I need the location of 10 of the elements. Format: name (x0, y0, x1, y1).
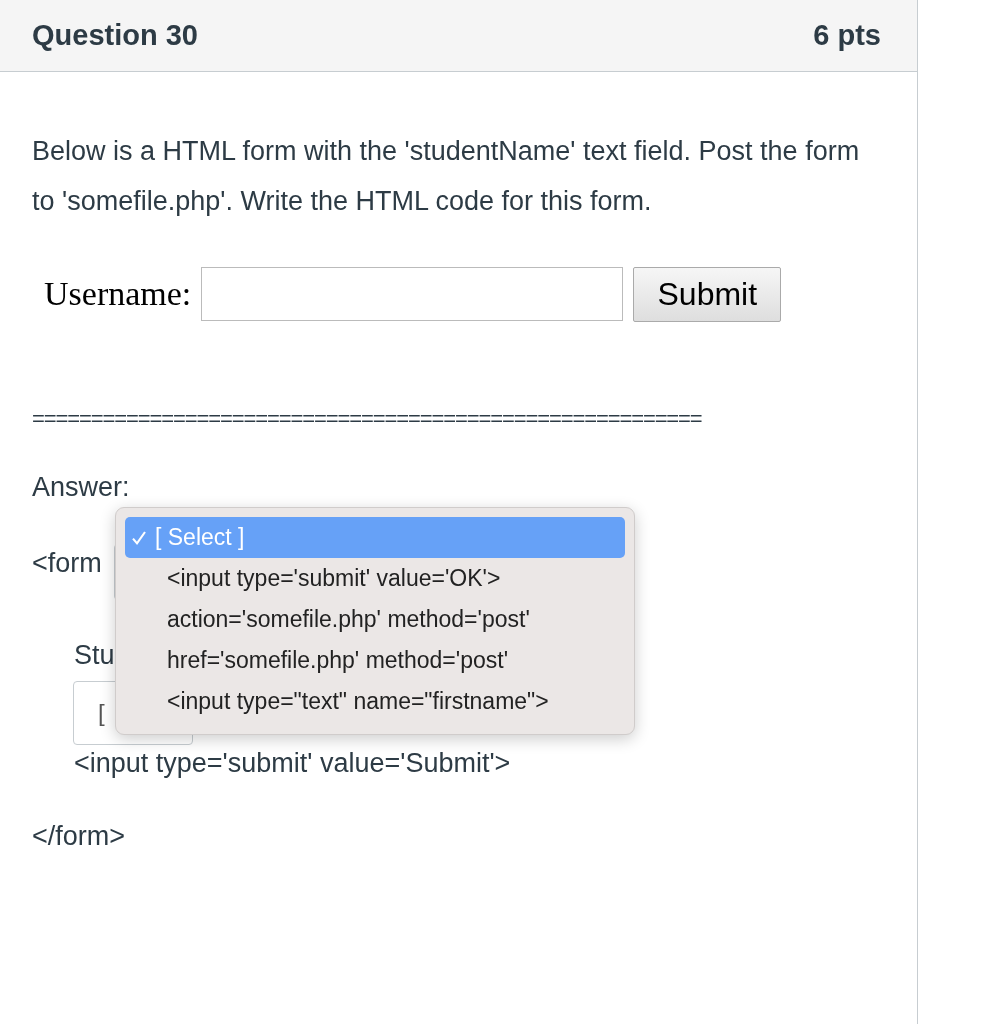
code-text: <form (32, 547, 102, 579)
username-label: Username: (44, 275, 192, 313)
points-label: 6 pts (813, 19, 881, 52)
code-text: </form> (32, 820, 126, 852)
question-text: Below is a HTML form with the 'studentName' text field. Post the form to 'somefile.php'. Write the HTML code for this form. (32, 135, 861, 218)
separator-text: ========================================================= (32, 406, 703, 432)
question-title: Question 30 (32, 19, 198, 52)
code-text: Stu (74, 639, 115, 671)
code-text: <input type='submit' value='Submit'> (74, 747, 511, 779)
answer-label: Answer: (32, 472, 131, 503)
